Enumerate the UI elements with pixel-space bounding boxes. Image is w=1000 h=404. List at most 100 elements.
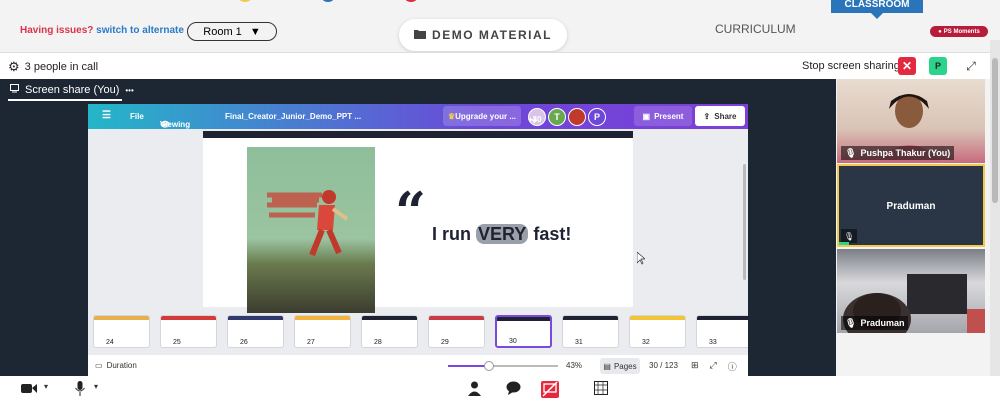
- thumbnail-header-band: [429, 316, 484, 320]
- duration-button[interactable]: ▭ Duration: [95, 361, 137, 370]
- zoom-percentage[interactable]: 43%: [566, 361, 582, 370]
- thumbnail-number: 24: [106, 339, 114, 346]
- slide-thumbnail[interactable]: 32: [629, 315, 686, 348]
- slide-text: I run VERY fast!: [432, 224, 571, 245]
- grid-view-icon[interactable]: ⊞: [691, 360, 699, 373]
- decorative-arc: [237, 0, 253, 2]
- people-count: ⚙ 3 people in call: [8, 59, 98, 75]
- issues-notice: Having issues? switch to alternate room: [20, 25, 212, 36]
- crown-icon: ♛: [447, 111, 456, 121]
- classroom-tab[interactable]: CLASSROOM: [831, 0, 923, 19]
- slide-thumbnail[interactable]: 30: [495, 315, 552, 348]
- fullscreen-icon[interactable]: ⤢: [710, 360, 717, 373]
- thumbnail-header-band: [563, 316, 618, 320]
- room-select[interactable]: Room 1 ▼: [187, 22, 277, 41]
- whiteboard-icon[interactable]: [594, 381, 608, 400]
- pages-icon: ▤: [603, 361, 611, 371]
- expand-icon[interactable]: ⤢: [962, 57, 980, 75]
- slide-thumbnail[interactable]: 31: [562, 315, 619, 348]
- thumbnail-number: 26: [240, 339, 248, 346]
- participant-p-button[interactable]: P: [929, 57, 947, 75]
- microphone-options-chevron-icon[interactable]: ▾: [94, 382, 98, 391]
- room-select-value: Room 1: [203, 25, 242, 38]
- gear-icon[interactable]: ⚙: [8, 59, 20, 75]
- slide-text-highlight: VERY: [476, 224, 529, 244]
- screen-share-header: Screen share (You) •••: [10, 84, 134, 96]
- thumbnail-number: 25: [173, 339, 181, 346]
- demo-material-button[interactable]: DEMO MATERIAL: [399, 19, 567, 51]
- slide-thumbnail[interactable]: 33: [696, 315, 748, 348]
- canva-toolbar: ☰ File 👁 Viewing ⌄ Final_Creator_Junior_…: [88, 104, 748, 129]
- decorative-arc: [403, 0, 419, 2]
- participant-name-tag: 🎙 Praduman: [841, 316, 909, 330]
- slide-text-start: I run: [432, 224, 476, 244]
- chevron-down-icon: ⌄: [160, 120, 167, 129]
- page-scrollbar[interactable]: [990, 40, 1000, 376]
- thumbnail-header-band: [295, 316, 350, 320]
- participant-name-tag: 🎙 Pushpa Thakur (You): [841, 146, 955, 160]
- upgrade-label: Upgrade your ...: [455, 111, 517, 121]
- screen-share-stop-icon[interactable]: [541, 381, 559, 403]
- avatar: P: [588, 107, 606, 126]
- decorative-arc: [320, 0, 336, 2]
- moments-label: PS Moments: [943, 28, 980, 35]
- file-menu[interactable]: File: [130, 112, 144, 121]
- slide-thumbnail[interactable]: 29: [428, 315, 485, 348]
- slide-thumbnail[interactable]: 28: [361, 315, 418, 348]
- more-options-icon[interactable]: •••: [125, 86, 133, 95]
- camera-options-chevron-icon[interactable]: ▾: [44, 382, 48, 391]
- zoom-slider-fill: [448, 365, 488, 367]
- participants-icon[interactable]: [468, 381, 481, 401]
- quote-mark: “: [395, 180, 427, 244]
- collaborator-avatars[interactable]: +30 T P +: [528, 107, 606, 127]
- demo-material-label: DEMO MATERIAL: [432, 28, 552, 42]
- screen-share-label: Screen share (You): [25, 84, 120, 96]
- participant-video-praduman-active[interactable]: Praduman 🎙: [837, 164, 985, 247]
- curriculum-tab[interactable]: CURRICULUM: [715, 22, 796, 36]
- thumbnail-number: 27: [307, 339, 315, 346]
- canva-footer: ▭ Duration 43% ▤ Pages 30 / 123 ⊞ ⤢ ⓘ: [88, 355, 748, 376]
- participant-video-pushpa[interactable]: 🎙 Pushpa Thakur (You): [837, 79, 985, 163]
- zoom-slider-handle[interactable]: [484, 361, 494, 371]
- avatar: [568, 107, 586, 126]
- share-icon: ⇪: [703, 111, 711, 121]
- add-collaborator-icon[interactable]: +: [531, 115, 537, 127]
- canvas-scrollbar[interactable]: [743, 164, 746, 280]
- slide-thumbnail[interactable]: 25: [160, 315, 217, 348]
- call-bar: ⚙ 3 people in call Stop screen sharing ✕…: [0, 52, 990, 79]
- microphone-toggle-icon[interactable]: [75, 381, 85, 401]
- record-dot-icon: ●: [938, 28, 942, 35]
- participant-name: Praduman: [886, 201, 936, 212]
- canva-editor: ☰ File 👁 Viewing ⌄ Final_Creator_Junior_…: [88, 104, 748, 376]
- slide-thumbnail[interactable]: 24: [93, 315, 150, 348]
- folder-icon: [414, 28, 427, 42]
- chat-icon[interactable]: [506, 381, 521, 400]
- thumbnail-header-band: [697, 316, 748, 320]
- thumbnail-header-band: [94, 316, 149, 320]
- thumbnail-header-band: [497, 317, 550, 321]
- pages-button[interactable]: ▤ Pages: [600, 358, 640, 374]
- screen-share-icon: [10, 84, 19, 96]
- document-title[interactable]: Final_Creator_Junior_Demo_PPT ...: [225, 112, 361, 121]
- participant-video-praduman[interactable]: 🎙 Praduman: [837, 249, 985, 333]
- thumbnail-header-band: [630, 316, 685, 320]
- screen-share-underline: [8, 99, 122, 101]
- share-button[interactable]: ⇪ Share: [695, 106, 745, 126]
- camera-icon[interactable]: [21, 381, 37, 399]
- menu-icon[interactable]: ☰: [102, 110, 111, 121]
- running-figure-image: [247, 147, 375, 314]
- timer-icon: ▭: [95, 361, 103, 370]
- meeting-toolbar: ▾ ▾: [0, 376, 1000, 404]
- stop-sharing-button[interactable]: ✕: [898, 57, 916, 75]
- upgrade-button[interactable]: ♛ Upgrade your ...: [443, 106, 521, 126]
- mouse-cursor-icon: [637, 252, 645, 265]
- slide-thumbnail[interactable]: 27: [294, 315, 351, 348]
- present-icon: ▣: [642, 111, 651, 121]
- present-button[interactable]: ▣ Present: [634, 106, 692, 126]
- current-slide: “ I run VERY fast!: [203, 131, 633, 314]
- slide-thumbnail[interactable]: 26: [227, 315, 284, 348]
- page-scrollbar-thumb[interactable]: [992, 58, 998, 203]
- moments-badge[interactable]: ● PS Moments: [930, 26, 988, 37]
- avatar: T: [548, 107, 566, 126]
- help-icon[interactable]: ⓘ: [728, 360, 737, 373]
